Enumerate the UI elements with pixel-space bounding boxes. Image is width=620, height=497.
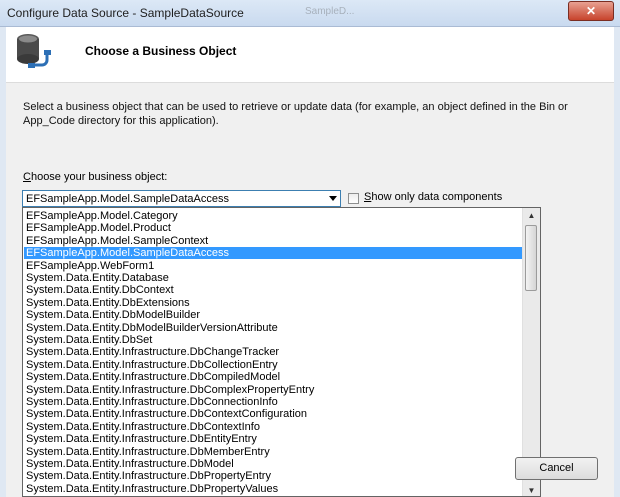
list-item[interactable]: System.Data.Entity.Infrastructure.DbMode… [24,458,523,470]
scroll-down-icon[interactable]: ▼ [523,483,540,496]
list-item[interactable]: System.Data.Entity.Infrastructure.DbCont… [24,408,523,420]
business-object-combobox[interactable]: EFSampleApp.Model.SampleDataAccess [22,190,341,207]
list-item[interactable]: System.Data.Entity.DbModelBuilderVersion… [24,322,523,334]
list-item[interactable]: System.Data.Entity.Infrastructure.DbComp… [24,371,523,383]
list-item[interactable]: EFSampleApp.WebForm1 [24,260,523,272]
background-tab-ghost: SampleD... [305,6,355,17]
list-item[interactable]: System.Data.Entity.DbSet [24,334,523,346]
scroll-thumb[interactable] [525,225,537,291]
dialog-client: Choose a Business Object Select a busine… [6,27,614,497]
window-title: Configure Data Source - SampleDataSource [7,6,244,20]
list-item[interactable]: System.Data.Entity.Infrastructure.DbMemb… [24,446,523,458]
scroll-up-icon[interactable]: ▲ [523,208,540,223]
list-item[interactable]: System.Data.Entity.Infrastructure.DbEnti… [24,433,523,445]
list-item[interactable]: System.Data.Entity.Infrastructure.DbChan… [24,346,523,358]
show-only-data-components-checkbox[interactable] [348,193,359,204]
business-object-dropdown-list[interactable]: EFSampleApp.Model.Category EFSampleApp.Mo… [22,207,541,497]
list-item[interactable]: EFSampleApp.Model.Category [24,210,523,222]
list-item[interactable]: System.Data.Entity.Infrastructure.DbProp… [24,470,523,482]
list-item[interactable]: System.Data.Entity.DbExtensions [24,297,523,309]
list-item[interactable]: EFSampleApp.Model.SampleContext [24,235,523,247]
accelerator-key: C [23,171,31,183]
title-bar: Configure Data Source - SampleDataSource… [0,0,620,27]
close-button[interactable]: ✕ [568,1,614,21]
wizard-header: Choose a Business Object [6,27,614,83]
chevron-down-icon[interactable] [329,196,337,201]
list-item[interactable]: EFSampleApp.Model.SampleDataAccess [24,247,523,260]
page-title: Choose a Business Object [85,44,237,58]
list-item[interactable]: System.Data.Entity.Infrastructure.DbCont… [24,421,523,433]
list-item[interactable]: System.Data.Entity.Infrastructure.DbComp… [24,384,523,396]
list-item[interactable]: EFSampleApp.Model.Product [24,222,523,234]
vertical-scrollbar[interactable]: ▲ ▼ [522,208,540,496]
label-rest: how only data components [371,191,503,203]
list-item[interactable]: System.Data.Entity.Infrastructure.DbProp… [24,483,523,495]
list-item[interactable]: System.Data.Entity.Database [24,272,523,284]
description-text: Select a business object that can be use… [23,101,568,127]
list-item[interactable]: System.Data.Entity.DbContext [24,284,523,296]
list-item[interactable]: System.Data.Entity.Infrastructure.DbConn… [24,396,523,408]
business-object-label: Choose your business object: [23,171,167,183]
cancel-button[interactable]: Cancel [515,457,598,480]
list-item[interactable]: System.Data.Entity.Infrastructure.DbColl… [24,359,523,371]
checkbox-label[interactable]: Show only data components [364,191,502,203]
database-connect-icon [17,34,51,68]
list-item[interactable]: System.Data.Entity.DbModelBuilder [24,309,523,321]
label-rest: hoose your business object: [30,171,168,183]
combobox-value: EFSampleApp.Model.SampleDataAccess [26,193,229,205]
